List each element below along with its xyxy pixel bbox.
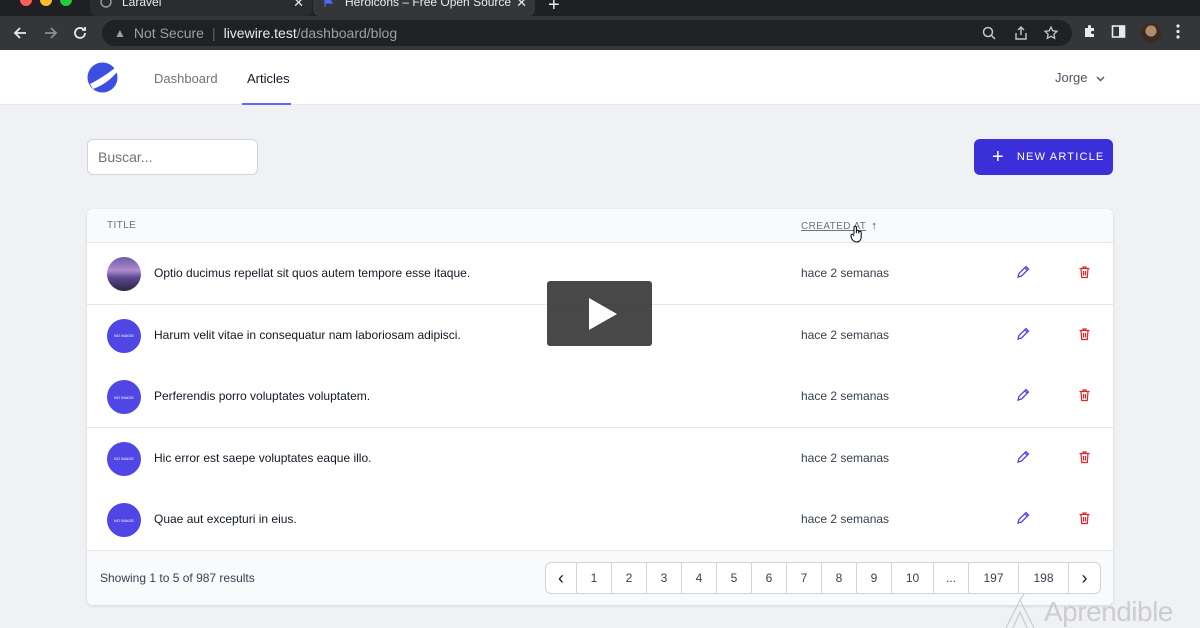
- search-input[interactable]: [87, 139, 258, 175]
- url-path: /dashboard/blog: [296, 25, 398, 41]
- new-article-label: NEW ARTICLE: [1016, 151, 1105, 163]
- tab-close-icon[interactable]: ✕: [516, 0, 527, 11]
- article-created-at: hace 2 semanas: [801, 512, 890, 527]
- article-thumbnail: NO IMAGE: [107, 503, 141, 538]
- articles-table: TITLE CREATED AT ↑ Optio ducimus repella…: [87, 209, 1113, 605]
- profile-avatar[interactable]: [1141, 23, 1161, 43]
- app-logo[interactable]: [87, 62, 118, 93]
- article-thumbnail: NO IMAGE: [107, 318, 141, 353]
- user-menu[interactable]: Jorge: [1055, 70, 1105, 85]
- video-play-button[interactable]: [547, 281, 652, 346]
- page-198[interactable]: 198: [1019, 563, 1069, 593]
- zoom-icon[interactable]: [982, 26, 996, 43]
- page-5[interactable]: 5: [717, 563, 752, 593]
- edit-pencil-icon[interactable]: [1016, 450, 1032, 466]
- page-8[interactable]: 8: [822, 563, 857, 593]
- warning-icon: ▲: [114, 26, 126, 40]
- table-row: NO IMAGE Perferendis porro voluptates vol…: [87, 366, 1113, 429]
- article-created-at: hace 2 semanas: [801, 266, 890, 280]
- delete-trash-icon[interactable]: [1078, 388, 1094, 404]
- flag-icon: [323, 0, 335, 11]
- page-3[interactable]: 3: [647, 563, 682, 593]
- article-thumbnail: [107, 257, 141, 291]
- hand-cursor-icon: [850, 225, 862, 243]
- article-title: Optio ducimus repellat sit quos autem te…: [154, 266, 471, 280]
- article-created-at: hace 2 semanas: [801, 389, 890, 404]
- sidebar-icon[interactable]: [1111, 24, 1126, 43]
- page-4[interactable]: 4: [682, 563, 717, 593]
- tab-heroicons[interactable]: Heroicons – Free Open Source ✕: [313, 0, 535, 16]
- menu-dots-icon[interactable]: [1176, 24, 1180, 43]
- edit-pencil-icon[interactable]: [1016, 265, 1032, 281]
- maximize-window-icon[interactable]: [60, 0, 72, 6]
- column-created-at[interactable]: CREATED AT ↑: [801, 220, 877, 232]
- nav-dashboard[interactable]: Dashboard: [154, 71, 218, 86]
- browser-toolbar: ▲ Not Secure | livewire.test/dashboard/b…: [0, 16, 1200, 50]
- article-thumbnail: NO IMAGE: [107, 441, 141, 476]
- pagination-ellipsis: ...: [934, 563, 969, 593]
- edit-pencil-icon[interactable]: [1016, 327, 1032, 343]
- page-7[interactable]: 7: [787, 563, 822, 593]
- tab-laravel[interactable]: Laravel ✕: [90, 0, 312, 16]
- watermark-text: Aprendible: [1044, 596, 1173, 627]
- edit-pencil-icon[interactable]: [1016, 511, 1032, 527]
- aprendible-logo-icon: [1005, 594, 1035, 628]
- page-9[interactable]: 9: [857, 563, 892, 593]
- table-header: TITLE CREATED AT ↑: [87, 209, 1113, 243]
- pagination: ‹ 1 2 3 4 5 6 7 8 9 10... 197 198 ›: [545, 562, 1101, 594]
- article-created-at: hace 2 semanas: [801, 450, 890, 465]
- article-created-at: hace 2 semanas: [801, 327, 890, 342]
- new-article-button[interactable]: + NEW ARTICLE: [974, 139, 1113, 175]
- close-window-icon[interactable]: [20, 0, 32, 6]
- globe-icon: [100, 0, 112, 11]
- page-6[interactable]: 6: [752, 563, 787, 593]
- page-1[interactable]: 1: [577, 563, 612, 593]
- security-label: Not Secure: [133, 25, 204, 41]
- user-name: Jorge: [1055, 70, 1088, 85]
- url-host: livewire.test: [223, 25, 297, 41]
- article-title: Perferendis porro voluptates voluptatem.: [154, 389, 371, 404]
- article-title: Harum velit vitae in consequatur nam lab…: [154, 327, 461, 342]
- forward-icon[interactable]: [41, 23, 61, 43]
- delete-trash-icon[interactable]: [1078, 327, 1094, 343]
- table-row: NO IMAGE Hic error est saepe voluptates e…: [87, 427, 1113, 490]
- plus-icon: +: [992, 146, 1005, 168]
- table-row: NO IMAGE Quae aut excepturi in eius. hace …: [87, 489, 1113, 552]
- extensions-icon[interactable]: [1082, 24, 1097, 43]
- bookmark-star-icon[interactable]: [1043, 25, 1059, 43]
- delete-trash-icon[interactable]: [1078, 511, 1094, 527]
- page-2[interactable]: 2: [612, 563, 647, 593]
- nav-articles[interactable]: Articles: [247, 71, 290, 86]
- watermark: Aprendible: [1004, 594, 1173, 628]
- active-nav-indicator: [242, 103, 291, 105]
- address-bar[interactable]: ▲ Not Secure | livewire.test/dashboard/b…: [102, 20, 1072, 46]
- article-thumbnail: NO IMAGE: [107, 380, 141, 415]
- tab-close-icon[interactable]: ✕: [293, 0, 304, 11]
- chevron-down-icon: [1096, 70, 1105, 85]
- reload-icon[interactable]: [70, 23, 90, 43]
- table-footer: Showing 1 to 5 of 987 results ‹ 1 2 3 4 5 6 7 8 9…: [87, 551, 1113, 605]
- share-icon[interactable]: [1014, 26, 1028, 43]
- back-icon[interactable]: [10, 23, 30, 43]
- browser-tab-strip: Laravel ✕ Heroicons – Free Open Source ✕…: [0, 0, 1200, 16]
- edit-pencil-icon[interactable]: [1016, 388, 1032, 404]
- play-icon: [588, 297, 617, 330]
- article-title: Hic error est saepe voluptates eaque ill…: [154, 450, 372, 465]
- page-197[interactable]: 197: [969, 563, 1019, 593]
- divider: |: [211, 25, 216, 41]
- tab-title: Laravel: [122, 0, 162, 9]
- minimize-window-icon[interactable]: [40, 0, 52, 6]
- results-summary: Showing 1 to 5 of 987 results: [100, 571, 255, 585]
- delete-trash-icon[interactable]: [1078, 450, 1094, 466]
- article-title: Quae aut excepturi in eius.: [154, 512, 297, 527]
- page-10[interactable]: 10: [892, 563, 934, 593]
- column-title: TITLE: [107, 220, 137, 231]
- previous-page-icon[interactable]: ‹: [546, 563, 577, 593]
- tab-title: Heroicons – Free Open Source: [345, 0, 512, 9]
- sort-arrow-icon: ↑: [871, 220, 878, 232]
- app-header: Dashboard Articles Jorge: [0, 50, 1200, 105]
- next-page-icon[interactable]: ›: [1069, 563, 1100, 593]
- delete-trash-icon[interactable]: [1078, 265, 1094, 281]
- new-tab-button[interactable]: +: [548, 0, 560, 17]
